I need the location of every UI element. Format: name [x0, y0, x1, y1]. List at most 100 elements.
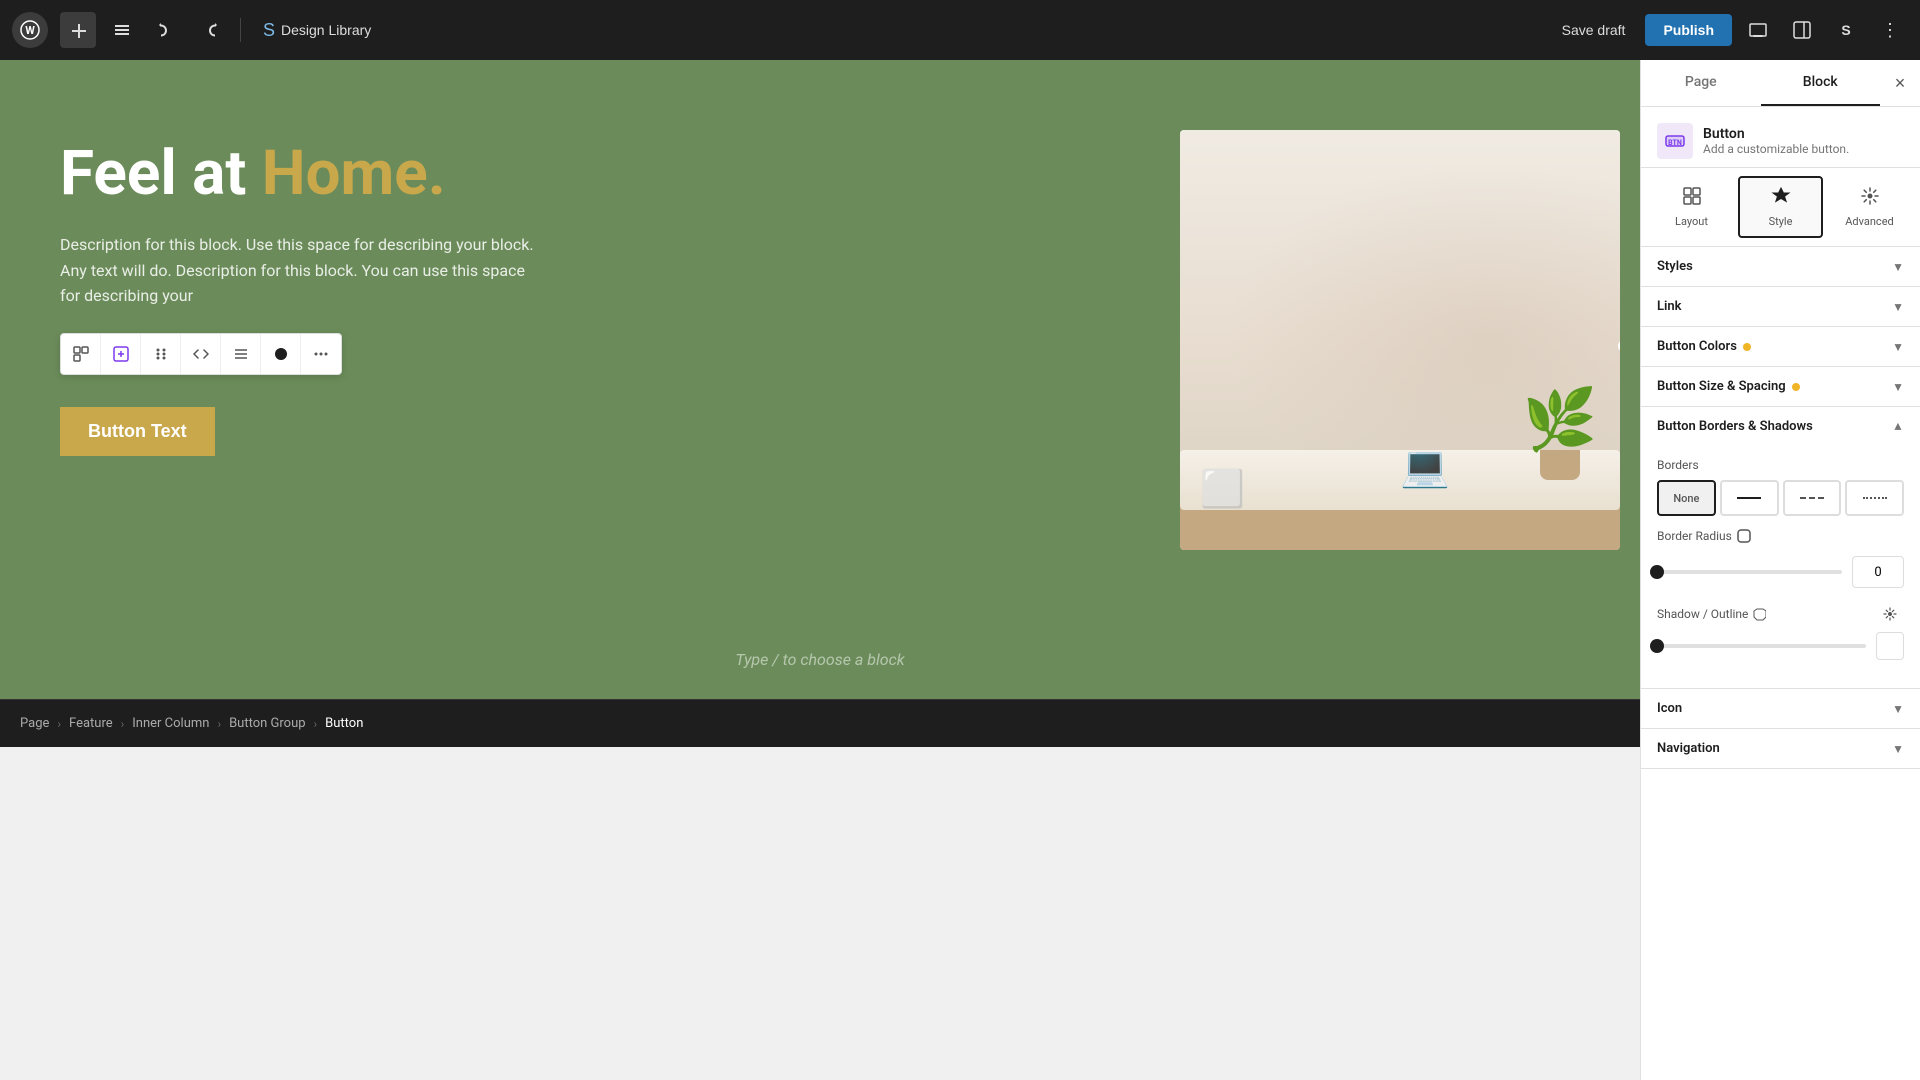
undo-button[interactable] [148, 12, 184, 48]
canvas-right-column: 💻 ⬜ 🌿 [1160, 60, 1640, 620]
section-icon-title: Icon [1657, 701, 1682, 716]
section-navigation-header[interactable]: Navigation ▼ [1641, 729, 1920, 768]
room-image-inner: 💻 ⬜ 🌿 [1180, 130, 1620, 550]
tab-block[interactable]: Block [1761, 60, 1881, 106]
breadcrumb-page[interactable]: Page [20, 716, 49, 731]
advanced-label: Advanced [1845, 215, 1893, 228]
laptop-icon: 💻 [1400, 443, 1450, 490]
section-styles-title: Styles [1657, 259, 1693, 274]
section-styles: Styles ▼ [1641, 247, 1920, 287]
panel-button[interactable] [1784, 12, 1820, 48]
breadcrumb-sep-3: › [217, 717, 221, 731]
shadow-slider-row [1657, 632, 1904, 660]
storybook-button[interactable]: S [1828, 12, 1864, 48]
wp-logo-icon[interactable]: W [12, 12, 48, 48]
section-button-borders-content: Borders None [1641, 446, 1920, 688]
border-radius-value[interactable]: 0 [1852, 556, 1904, 588]
border-radius-slider-track [1657, 570, 1842, 574]
heading-text-highlight: Home. [262, 137, 446, 210]
button-text-element[interactable]: Button Text [60, 407, 215, 456]
border-radius-slider-thumb[interactable] [1650, 565, 1664, 579]
redo-button[interactable] [192, 12, 228, 48]
border-radius-slider[interactable] [1657, 570, 1842, 574]
style-tab-style[interactable]: Style [1738, 176, 1823, 238]
block-tool-style[interactable] [261, 334, 301, 374]
selection-handle[interactable] [1618, 340, 1620, 352]
borders-label: Borders [1657, 458, 1904, 472]
tab-page[interactable]: Page [1641, 60, 1761, 106]
breadcrumb-button[interactable]: Button [325, 716, 363, 731]
section-button-colors-title: Button Colors [1657, 339, 1751, 354]
section-button-colors-header[interactable]: Button Colors ▼ [1641, 327, 1920, 366]
section-styles-header[interactable]: Styles ▼ [1641, 247, 1920, 286]
block-desc: Add a customizable button. [1703, 142, 1849, 156]
border-option-none[interactable]: None [1657, 480, 1716, 516]
main-toolbar: W S Design Library Save draft Publish [0, 0, 1920, 60]
breadcrumb-button-group[interactable]: Button Group [229, 716, 305, 731]
block-tool-transform[interactable] [61, 334, 101, 374]
border-option-solid[interactable] [1720, 480, 1779, 516]
section-button-borders-title: Button Borders & Shadows [1657, 419, 1813, 434]
type-block-area[interactable]: Type / to choose a block [0, 620, 1640, 699]
publish-button[interactable]: Publish [1645, 14, 1732, 46]
block-name: Button [1703, 126, 1849, 142]
shadow-slider-thumb[interactable] [1650, 639, 1664, 653]
plant-leaves: 🌿 [1523, 390, 1598, 450]
section-button-size-header[interactable]: Button Size & Spacing ▼ [1641, 367, 1920, 406]
border-radius-icon [1736, 528, 1752, 544]
canvas-area[interactable]: Feel at Home. Description for this block… [0, 60, 1640, 1080]
svg-text:BTN: BTN [1668, 139, 1682, 147]
section-link-header[interactable]: Link ▼ [1641, 287, 1920, 326]
section-icon-chevron: ▼ [1892, 702, 1904, 716]
style-label: Style [1769, 215, 1793, 228]
breadcrumb-feature[interactable]: Feature [69, 716, 113, 731]
block-type-icon: BTN [1657, 123, 1693, 159]
section-button-borders-chevron: ▼ [1892, 420, 1904, 434]
type-placeholder: Type / to choose a block [735, 650, 904, 669]
sidebar: Page Block × BTN Button Add a customizab… [1640, 60, 1920, 1080]
block-tool-more[interactable] [301, 334, 341, 374]
shadow-settings-button[interactable] [1876, 600, 1904, 628]
style-icon [1771, 186, 1791, 211]
room-image: 💻 ⬜ 🌿 [1180, 130, 1620, 550]
border-option-dotted[interactable] [1845, 480, 1904, 516]
block-tool-align[interactable] [221, 334, 261, 374]
block-tool-code[interactable] [181, 334, 221, 374]
block-tool-drag[interactable] [141, 334, 181, 374]
canvas-left-column: Feel at Home. Description for this block… [0, 60, 1160, 620]
plant-icon: 🌿 [1520, 390, 1600, 550]
style-tabs: Layout Style Advanced [1641, 168, 1920, 247]
block-tool-parent[interactable] [101, 334, 141, 374]
sidebar-close-button[interactable]: × [1880, 63, 1920, 103]
style-tab-layout[interactable]: Layout [1649, 176, 1734, 238]
main-layout: Feel at Home. Description for this block… [0, 60, 1920, 1080]
add-block-button[interactable] [60, 12, 96, 48]
style-tab-advanced[interactable]: Advanced [1827, 176, 1912, 238]
shadow-slider[interactable] [1657, 644, 1866, 648]
save-draft-button[interactable]: Save draft [1550, 16, 1638, 44]
tools-button[interactable] [104, 12, 140, 48]
section-navigation-title: Navigation [1657, 741, 1720, 756]
border-option-dashed[interactable] [1783, 480, 1842, 516]
border-radius-label: Border Radius [1657, 528, 1904, 544]
description-text: Description for this block. Use this spa… [60, 232, 540, 309]
design-library-button[interactable]: S Design Library [253, 14, 381, 47]
section-button-colors-chevron: ▼ [1892, 340, 1904, 354]
block-info: BTN Button Add a customizable button. [1641, 107, 1920, 168]
breadcrumb-inner-column[interactable]: Inner Column [132, 716, 209, 731]
shadow-label: Shadow / Outline [1657, 607, 1868, 621]
heading-text-normal: Feel at [60, 137, 262, 210]
block-toolbar [60, 333, 342, 375]
advanced-icon [1860, 186, 1880, 211]
breadcrumb-bar: Page › Feature › Inner Column › Button G… [0, 699, 1640, 747]
border-radius-slider-row: 0 [1657, 556, 1904, 588]
section-button-colors: Button Colors ▼ [1641, 327, 1920, 367]
shadow-color-swatch[interactable] [1876, 632, 1904, 660]
section-styles-chevron: ▼ [1892, 260, 1904, 274]
shadow-icon [1752, 607, 1766, 621]
plant-pot [1540, 450, 1580, 480]
section-button-borders-header[interactable]: Button Borders & Shadows ▼ [1641, 407, 1920, 446]
section-icon-header[interactable]: Icon ▼ [1641, 689, 1920, 728]
more-options-button[interactable]: ⋮ [1872, 12, 1908, 48]
view-button[interactable] [1740, 12, 1776, 48]
